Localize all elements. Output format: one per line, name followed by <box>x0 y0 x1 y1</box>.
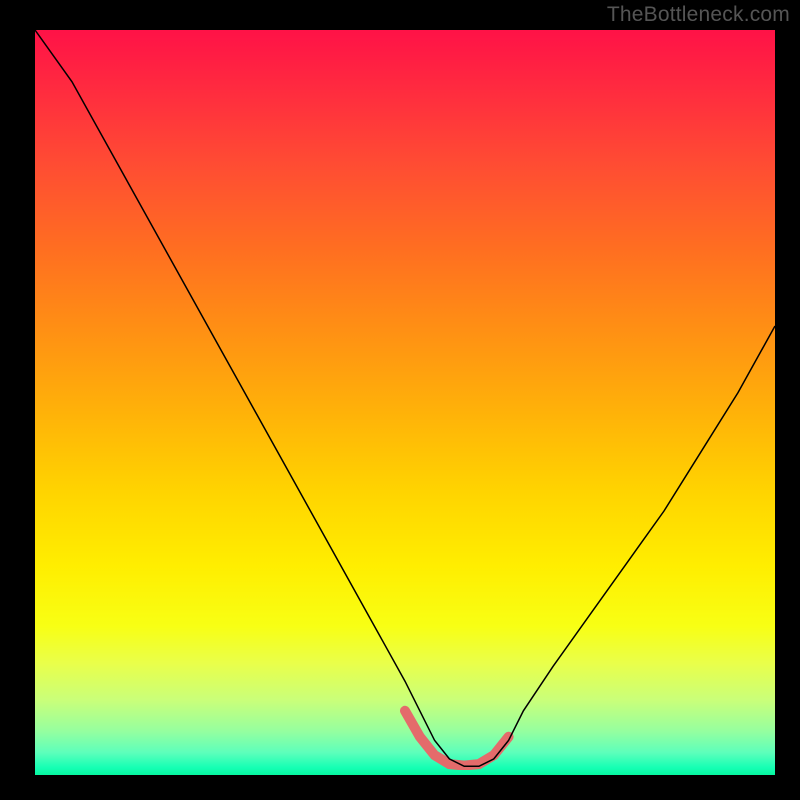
watermark-text: TheBottleneck.com <box>607 3 790 27</box>
plot-area <box>35 30 775 775</box>
chart-frame: TheBottleneck.com <box>0 0 800 800</box>
tolerance-band <box>405 711 509 766</box>
bottleneck-curve <box>35 30 775 766</box>
curve-svg <box>35 30 775 770</box>
